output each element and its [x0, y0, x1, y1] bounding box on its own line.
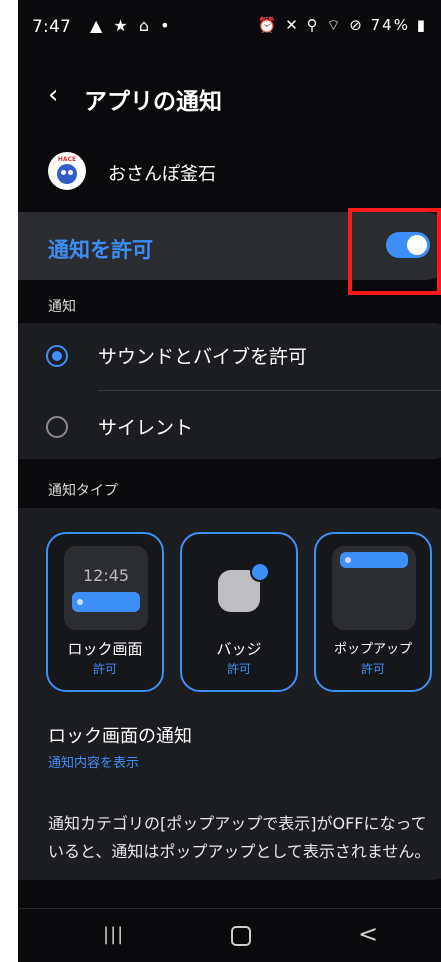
- info-text: 通知カテゴリの[ポップアップで表示]がOFFになっていると、通知はポップアップと…: [48, 814, 431, 861]
- battery-icon: ▮: [416, 16, 427, 34]
- page-title: アプリの通知: [84, 89, 222, 115]
- lock-screen-preview: 12:45: [64, 546, 148, 630]
- status-right: ⏰ ✕ ⚲ ⌔ ⊘ 74% ▮: [258, 16, 427, 35]
- allow-notifications-label: 通知を許可: [48, 238, 153, 262]
- section-notification-types: 通知タイプ: [48, 483, 118, 499]
- section-notifications: 通知: [48, 299, 76, 315]
- tile-badge-label: バッジ: [216, 640, 262, 658]
- option-silent[interactable]: サイレント: [98, 413, 193, 440]
- app-name: おさんぽ釜石: [108, 164, 216, 185]
- option-sound-vibrate[interactable]: サウンドとバイブを許可: [98, 342, 307, 369]
- app-icon: HACE: [48, 152, 86, 190]
- tile-popup-label: ポップアップ: [333, 642, 412, 657]
- tile-lock-screen[interactable]: 12:45 ロック画面 許可: [46, 532, 164, 692]
- highlight-box: [348, 208, 441, 295]
- tile-badge[interactable]: バッジ 許可: [180, 532, 298, 692]
- tile-popup-state: 許可: [360, 662, 385, 676]
- nav-divider: [18, 908, 441, 909]
- tile-badge-state: 許可: [226, 662, 251, 676]
- navigation-bar: ||| <: [18, 912, 441, 962]
- tile-lock-screen-state: 許可: [92, 662, 117, 676]
- popup-preview: [332, 546, 416, 630]
- radio-sound-vibrate[interactable]: [46, 345, 68, 367]
- tile-lock-screen-label: ロック画面: [67, 640, 143, 658]
- back-icon[interactable]: ‹: [48, 80, 58, 110]
- system-icons: ⏰ ✕ ⚲ ⌔ ⊘: [257, 16, 364, 34]
- tile-popup[interactable]: ポップアップ 許可: [314, 532, 432, 692]
- battery-percent: 74%: [370, 16, 410, 34]
- lock-screen-notifications-subtitle: 通知内容を表示: [48, 756, 140, 771]
- notification-icons: ▲ ★ ⌂ •: [90, 16, 173, 35]
- status-time: 7:47: [32, 17, 71, 37]
- home-icon[interactable]: [231, 926, 251, 946]
- app-icon-caption: HACE: [57, 156, 77, 163]
- recent-apps-icon[interactable]: |||: [103, 924, 124, 945]
- lock-preview-time: 12:45: [82, 566, 130, 585]
- badge-dot-icon: [250, 562, 270, 582]
- nav-back-icon[interactable]: <: [358, 920, 378, 948]
- phone-screen: 7:47 ▲ ★ ⌂ • ⏰ ✕ ⚲ ⌔ ⊘ 74% ▮ ‹ アプリの通知 HA…: [18, 0, 441, 962]
- app-row: HACE おさんぽ釜石: [48, 152, 428, 192]
- radio-silent[interactable]: [46, 416, 68, 438]
- lock-screen-notifications-title[interactable]: ロック画面の通知: [48, 722, 192, 748]
- badge-preview: [198, 546, 282, 630]
- option-divider: [98, 390, 441, 391]
- status-bar: 7:47 ▲ ★ ⌂ • ⏰ ✕ ⚲ ⌔ ⊘ 74% ▮: [18, 0, 441, 52]
